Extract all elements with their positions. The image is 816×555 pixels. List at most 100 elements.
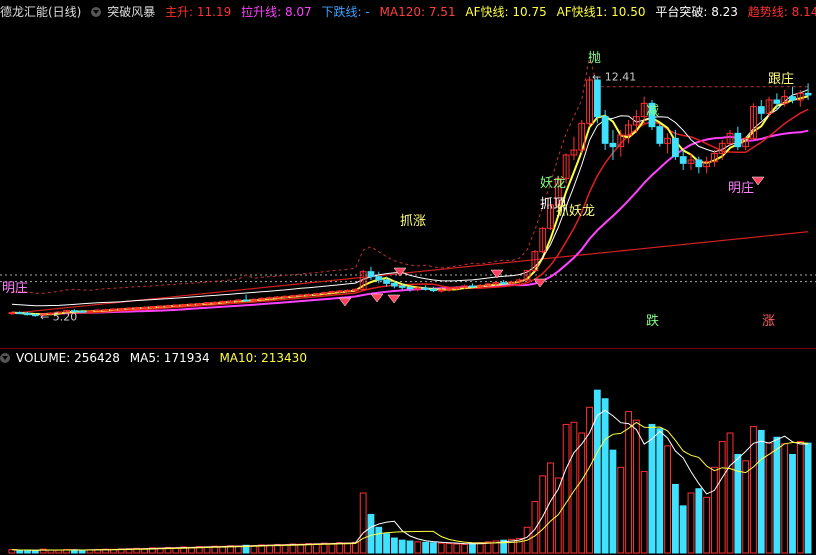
signal-label: 减 bbox=[646, 104, 659, 119]
candle-body bbox=[227, 300, 234, 303]
candle-body bbox=[469, 285, 476, 288]
legend-af-fast: AF快线: 10.75 bbox=[465, 5, 547, 19]
candle-body bbox=[804, 92, 812, 96]
candle-body bbox=[16, 312, 24, 315]
high-price-label: ← 12.41 bbox=[592, 70, 636, 83]
volume-bar bbox=[757, 429, 765, 554]
legend-ma120: MA120: 7.51 bbox=[379, 5, 456, 19]
candle-body bbox=[102, 309, 109, 312]
candle-body bbox=[398, 285, 406, 288]
dropdown-icon[interactable] bbox=[0, 353, 10, 363]
volume-bar bbox=[390, 537, 398, 554]
candle-body bbox=[679, 156, 687, 164]
volume-bar bbox=[742, 460, 750, 554]
volume-bar bbox=[687, 492, 695, 554]
candle-body bbox=[336, 290, 344, 293]
volume-bar bbox=[31, 550, 39, 554]
indicator-name[interactable]: 突破风暴 bbox=[107, 5, 155, 19]
candle-body bbox=[203, 302, 211, 305]
legend-af-fast1: AF快线1: 10.50 bbox=[556, 5, 646, 19]
candle-body bbox=[219, 300, 227, 303]
candle-body bbox=[601, 116, 609, 144]
volume-chart[interactable] bbox=[0, 369, 816, 555]
volume-bar bbox=[796, 441, 804, 554]
volume-bar bbox=[414, 541, 422, 554]
price-header: 德龙汇能(日线) 突破风暴 主升: 11.19 拉升线: 8.07 下跌线: -… bbox=[0, 2, 816, 22]
candle-body bbox=[156, 305, 164, 308]
candle-body bbox=[734, 132, 742, 148]
candle-body bbox=[500, 282, 508, 285]
volume-bar bbox=[547, 462, 554, 554]
candle-body bbox=[117, 308, 125, 311]
diamond-marker bbox=[387, 294, 401, 304]
trend-line bbox=[11, 108, 809, 315]
candle-body bbox=[78, 310, 86, 313]
candle-body bbox=[242, 299, 250, 302]
volume-bar bbox=[726, 432, 734, 554]
volume-bar bbox=[312, 543, 320, 554]
stock-title: 德龙汇能(日线) bbox=[0, 5, 82, 19]
candle-body bbox=[234, 299, 242, 302]
volume-bar bbox=[632, 419, 640, 554]
volume-bar bbox=[16, 549, 24, 554]
candle-body bbox=[24, 312, 31, 316]
candle-body bbox=[31, 314, 39, 317]
legend-pull-line: 拉升线: 8.07 bbox=[241, 5, 312, 19]
candle-body bbox=[305, 293, 312, 296]
ma10-volume-line bbox=[11, 421, 809, 551]
volume-bar bbox=[383, 533, 390, 554]
volume-bar bbox=[601, 398, 609, 554]
volume-bar bbox=[734, 453, 742, 554]
candle-body bbox=[383, 279, 390, 284]
volume-bar bbox=[773, 436, 781, 554]
candle-body bbox=[172, 304, 180, 307]
volume-bar bbox=[422, 541, 430, 554]
candle-body bbox=[757, 106, 765, 114]
signal-label: 抛 bbox=[588, 51, 601, 66]
volume-bar bbox=[78, 549, 86, 554]
volume-bar bbox=[804, 442, 812, 554]
signal-label: 明庄 bbox=[728, 180, 754, 196]
candle-body bbox=[430, 288, 437, 292]
candle-body bbox=[86, 310, 94, 313]
volume-bar bbox=[445, 543, 453, 554]
candle-body bbox=[390, 282, 398, 287]
volume-bar bbox=[789, 453, 796, 554]
volume-bar bbox=[367, 513, 375, 554]
candle-body bbox=[273, 296, 281, 299]
candle-body bbox=[367, 271, 375, 278]
candle-body bbox=[656, 126, 664, 144]
candle-body bbox=[375, 276, 383, 281]
volume-bar bbox=[539, 475, 547, 554]
volume-bar bbox=[664, 445, 671, 554]
signal-label: 明庄 bbox=[2, 280, 28, 296]
candle-body bbox=[320, 292, 328, 295]
candle-body bbox=[773, 99, 781, 104]
volume-bar bbox=[461, 543, 469, 554]
volume-bar bbox=[656, 428, 664, 554]
candle-body bbox=[312, 293, 320, 296]
volume-bar bbox=[679, 505, 687, 554]
candle-body bbox=[188, 303, 195, 306]
volume-bar bbox=[375, 526, 383, 554]
candle-body bbox=[180, 304, 188, 307]
legend-ma5: MA5: 171934 bbox=[129, 351, 210, 365]
legend-ma10: MA10: 213430 bbox=[219, 351, 307, 365]
legend-volume: VOLUME: 256428 bbox=[16, 351, 120, 365]
volume-bar bbox=[359, 492, 367, 554]
diamond-marker bbox=[338, 297, 352, 307]
volume-bar bbox=[617, 466, 625, 554]
candle-body bbox=[593, 79, 601, 118]
signal-label: 抓涨 bbox=[400, 214, 426, 229]
signal-label: 跌 bbox=[646, 313, 659, 329]
volume-bar bbox=[55, 549, 63, 554]
legend-main-rise: 主升: 11.19 bbox=[165, 5, 232, 19]
volume-bar bbox=[430, 542, 437, 554]
volume-bar bbox=[453, 543, 461, 554]
legend-down-line: 下跌线: - bbox=[321, 5, 370, 19]
dropdown-icon[interactable] bbox=[91, 7, 102, 17]
candle-body bbox=[406, 286, 414, 290]
price-chart[interactable]: ← 12.41← 5.20抓涨妖龙抓顶抓妖龙抛减跟庄明庄明庄跌涨 bbox=[0, 22, 816, 352]
low-price-label: ← 5.20 bbox=[40, 311, 77, 324]
diamond-marker bbox=[370, 293, 384, 303]
